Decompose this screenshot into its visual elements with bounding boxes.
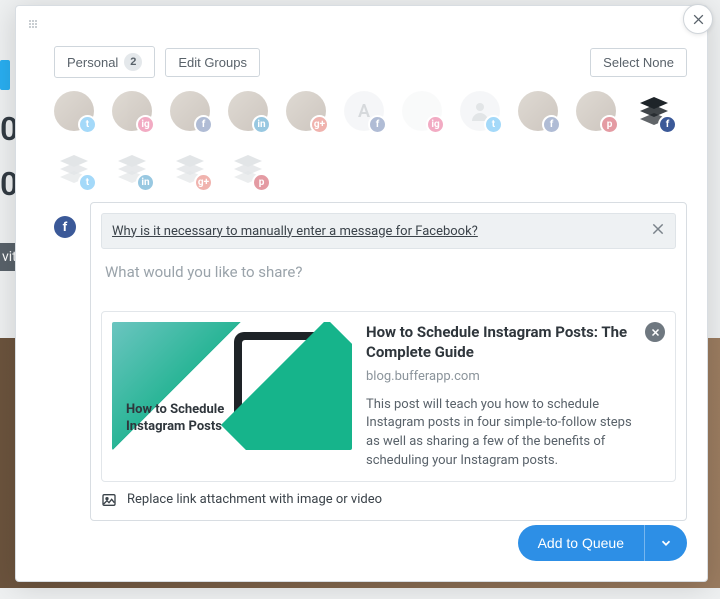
googleplus-group[interactable]: g+ — [170, 149, 210, 189]
personal-count-badge: 2 — [124, 53, 142, 71]
pi-badge-icon: p — [252, 173, 271, 192]
twitter-profile[interactable]: t — [54, 91, 94, 131]
gp-badge-icon: g+ — [310, 115, 329, 134]
attachment-domain: blog.bufferapp.com — [366, 369, 639, 384]
li-badge-icon: in — [252, 115, 271, 134]
thumb-caption: How to Schedule Instagram Posts — [126, 401, 266, 436]
image-icon — [101, 492, 117, 508]
fb-badge-icon: f — [194, 115, 213, 134]
select-none-button[interactable]: Select None — [590, 48, 687, 77]
pinterest-group[interactable]: p — [228, 149, 268, 189]
replace-label: Replace link attachment with image or vi… — [127, 492, 382, 507]
message-input[interactable]: What would you like to share? — [101, 249, 676, 311]
drag-handle[interactable] — [28, 19, 38, 29]
close-modal-button[interactable] — [683, 4, 713, 34]
facebook-page-a[interactable]: Af — [344, 91, 384, 131]
fb-badge-icon: f — [542, 115, 561, 134]
tw-badge-icon: t — [78, 173, 97, 192]
share-modal: Personal 2 Edit Groups Select None t ig f i… — [15, 5, 708, 582]
facebook-group[interactable]: f — [634, 91, 674, 131]
pinterest-profile[interactable]: p — [576, 91, 616, 131]
linkedin-group[interactable]: in — [112, 149, 152, 189]
instagram-profile[interactable]: ig — [112, 91, 152, 131]
twitter-profile-2[interactable]: t — [460, 91, 500, 131]
tw-badge-icon: t — [484, 115, 503, 134]
facebook-profile[interactable]: f — [170, 91, 210, 131]
ig-badge-icon: ig — [136, 115, 155, 134]
personal-label: Personal — [67, 55, 118, 70]
close-icon — [651, 328, 660, 337]
facebook-profile-2[interactable]: f — [518, 91, 558, 131]
attachment-title: How to Schedule Instagram Posts: The Com… — [366, 322, 639, 363]
page-backdrop: 0 0 vith Personal 2 Edit Groups Select N… — [0, 0, 720, 599]
pi-badge-icon: p — [600, 115, 619, 134]
fb-badge-icon: f — [658, 115, 677, 134]
tw-badge-icon: t — [78, 115, 97, 134]
gp-badge-icon: g+ — [194, 173, 213, 192]
facebook-icon: f — [54, 216, 76, 238]
attachment-thumbnail: How to Schedule Instagram Posts — [112, 322, 352, 450]
twitter-group[interactable]: t — [54, 149, 94, 189]
footer: Add to Queue — [518, 525, 687, 561]
replace-attachment-button[interactable]: Replace link attachment with image or vi… — [101, 482, 676, 510]
googleplus-profile[interactable]: g+ — [286, 91, 326, 131]
ig-badge-icon: ig — [426, 115, 445, 134]
add-to-queue-button[interactable]: Add to Queue — [518, 525, 644, 561]
info-link[interactable]: Why is it necessary to manually enter a … — [112, 224, 641, 239]
edit-groups-button[interactable]: Edit Groups — [165, 48, 260, 77]
info-bar: Why is it necessary to manually enter a … — [101, 213, 676, 249]
composer-panel: Why is it necessary to manually enter a … — [90, 202, 687, 521]
attachment-description: This post will teach you how to schedule… — [366, 396, 639, 471]
select-none-label: Select None — [603, 55, 674, 70]
close-icon — [651, 222, 665, 236]
remove-attachment-button[interactable] — [645, 322, 665, 342]
link-attachment-card: How to Schedule Instagram Posts How to S… — [101, 311, 676, 482]
fb-badge-icon: f — [368, 115, 387, 134]
personal-group-button[interactable]: Personal 2 — [54, 46, 155, 78]
info-close-button[interactable] — [651, 222, 665, 240]
composer: f Why is it necessary to manually enter … — [54, 202, 687, 521]
edit-groups-label: Edit Groups — [178, 55, 247, 70]
linkedin-profile[interactable]: in — [228, 91, 268, 131]
instagram-profile-2[interactable]: ig — [402, 91, 442, 131]
bg-accent — [0, 60, 10, 90]
li-badge-icon: in — [136, 173, 155, 192]
queue-dropdown-button[interactable] — [644, 525, 687, 561]
chevron-down-icon — [659, 536, 673, 550]
close-icon — [692, 13, 705, 26]
header-controls: Personal 2 Edit Groups Select None — [54, 46, 687, 78]
profile-selector: t ig f in g+ Af ig t f p f t in g+ p — [54, 91, 687, 189]
